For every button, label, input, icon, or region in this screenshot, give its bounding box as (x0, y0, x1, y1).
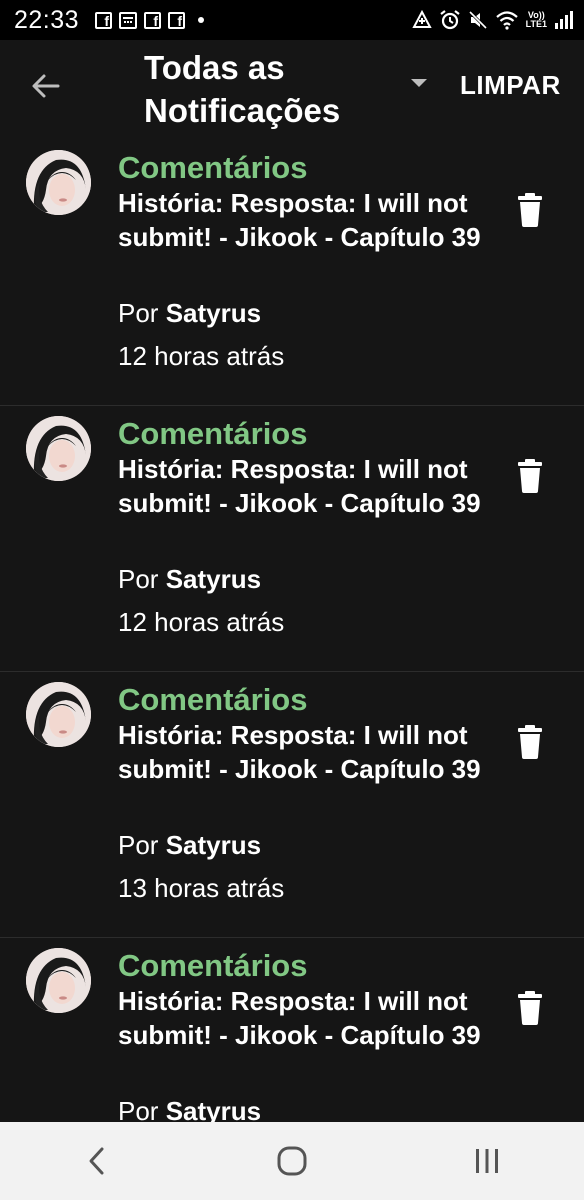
notification-story[interactable]: História: Resposta: I will not submit! -… (118, 186, 498, 254)
trash-icon (518, 459, 542, 493)
notification-time: 12 horas atrás (118, 341, 285, 371)
notification-author-line: Por Satyrus (118, 562, 261, 596)
delete-button[interactable] (514, 724, 546, 760)
data-saver-icon (411, 10, 432, 28)
author-name[interactable]: Satyrus (166, 298, 261, 328)
avatar-image (26, 150, 91, 215)
signal-icon (555, 11, 573, 29)
delete-button[interactable] (514, 192, 546, 228)
facebook-icon: f (95, 11, 113, 29)
arrow-left-icon (32, 74, 60, 98)
notification-list: Comentários História: Resposta: I will n… (0, 140, 584, 1200)
page-title-line1: Todas as (144, 49, 285, 86)
trash-icon (518, 725, 542, 759)
caret-down-icon (411, 79, 427, 87)
avatar-image (26, 948, 91, 1013)
recents-icon (475, 1149, 498, 1173)
status-right-icons: Vo)) LTE1 (411, 9, 574, 31)
delete-button[interactable] (514, 458, 546, 494)
author-prefix: Por (118, 564, 159, 594)
wifi-icon (495, 11, 518, 30)
avatar-image (26, 682, 91, 747)
notification-category: Comentários (118, 682, 308, 717)
facebook-icon: f (168, 11, 186, 29)
notification-category: Comentários (118, 150, 308, 185)
notification-item[interactable]: Comentários História: Resposta: I will n… (0, 140, 584, 406)
status-time: 22:33 (14, 5, 80, 34)
author-prefix: Por (118, 830, 159, 860)
notification-item[interactable]: Comentários História: Resposta: I will n… (0, 406, 584, 672)
notification-story[interactable]: História: Resposta: I will not submit! -… (118, 718, 498, 786)
home-icon (277, 1146, 307, 1176)
notification-time: 12 horas atrás (118, 607, 285, 637)
notification-author-line: Por Satyrus (118, 828, 261, 862)
notification-story[interactable]: História: Resposta: I will not submit! -… (118, 452, 498, 520)
system-nav-bar (0, 1122, 584, 1200)
filter-dropdown-button[interactable] (406, 74, 432, 94)
calendar-icon (119, 11, 138, 29)
notification-dot-icon (198, 17, 205, 23)
status-left-icons: f f f (95, 11, 205, 29)
avatar[interactable] (26, 948, 91, 1013)
notification-category: Comentários (118, 948, 308, 983)
delete-button[interactable] (514, 990, 546, 1026)
avatar-image (26, 416, 91, 481)
nav-back-button[interactable] (67, 1136, 127, 1186)
volte-icon: Vo)) LTE1 (526, 11, 547, 29)
page-title-line2: Notificações (144, 92, 341, 129)
author-prefix: Por (118, 298, 159, 328)
author-name[interactable]: Satyrus (166, 564, 261, 594)
trash-icon (518, 991, 542, 1025)
author-name[interactable]: Satyrus (166, 830, 261, 860)
avatar[interactable] (26, 682, 91, 747)
notification-time: 13 horas atrás (118, 873, 285, 903)
page-title[interactable]: Todas as Notificações (144, 46, 394, 132)
notification-story[interactable]: História: Resposta: I will not submit! -… (118, 984, 498, 1052)
facebook-icon: f (144, 11, 162, 29)
avatar[interactable] (26, 416, 91, 481)
alarm-icon (439, 10, 460, 30)
status-bar: 22:33 f f f Vo)) LTE1 (0, 0, 584, 40)
notification-author-line: Por Satyrus (118, 296, 261, 330)
back-button[interactable] (28, 68, 64, 104)
mute-icon (468, 10, 487, 30)
notification-item[interactable]: Comentários História: Resposta: I will n… (0, 672, 584, 938)
nav-home-button[interactable] (262, 1136, 322, 1186)
clear-button[interactable]: LIMPAR (460, 70, 561, 101)
back-chevron-icon (89, 1147, 104, 1175)
trash-icon (518, 193, 542, 227)
notifications-screen: 22:33 f f f Vo)) LTE1 Todas as Notificaç… (0, 0, 584, 1200)
avatar[interactable] (26, 150, 91, 215)
nav-recents-button[interactable] (457, 1136, 517, 1186)
notification-category: Comentários (118, 416, 308, 451)
volte-bottom-label: LTE1 (525, 19, 547, 29)
app-header: Todas as Notificações LIMPAR (0, 40, 584, 140)
